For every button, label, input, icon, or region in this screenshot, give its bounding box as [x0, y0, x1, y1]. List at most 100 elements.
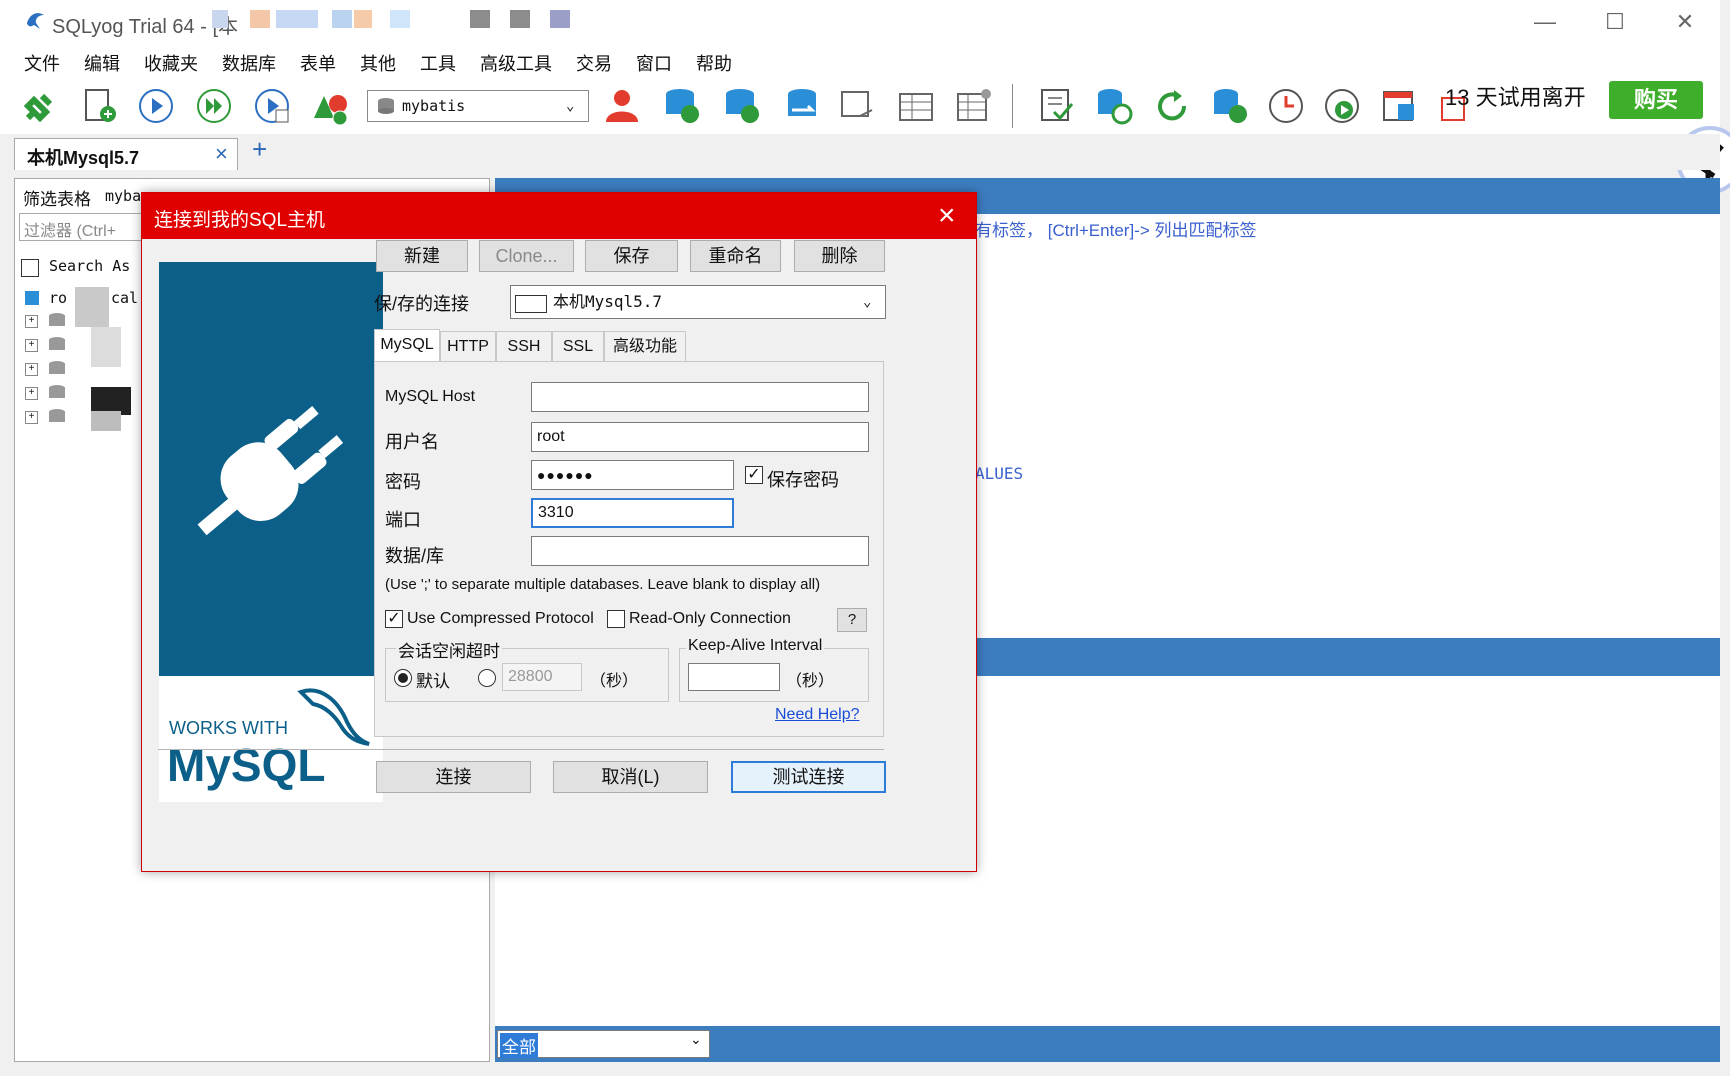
dialog-title: 连接到我的SQL主机 — [154, 210, 326, 231]
redacted-block — [75, 287, 109, 327]
password-input[interactable]: ●●●●●● — [531, 460, 734, 490]
scheduled-run-icon[interactable] — [1322, 86, 1362, 126]
timeout-input[interactable]: 28800 — [502, 663, 582, 691]
user-manager-icon[interactable] — [602, 86, 642, 126]
tab-connection[interactable]: 本机Mysql5.7 × — [14, 138, 238, 170]
plug-illustration — [159, 262, 383, 676]
menu-file[interactable]: 文件 — [24, 50, 60, 76]
db-sync-icon[interactable] — [782, 86, 822, 126]
server-icon — [25, 291, 39, 305]
database-input[interactable] — [531, 536, 869, 566]
new-query-icon[interactable] — [80, 86, 120, 126]
tree-root-label-tail: cal — [111, 289, 139, 307]
menu-database[interactable]: 数据库 — [222, 50, 276, 76]
timeout-default-radio[interactable] — [394, 669, 412, 687]
timeout-seconds-label: （秒） — [590, 673, 639, 690]
menu-transaction[interactable]: 交易 — [576, 50, 612, 76]
menu-help[interactable]: 帮助 — [696, 50, 732, 76]
tab-ssh[interactable]: SSH — [496, 331, 552, 361]
save-button[interactable]: 保存 — [585, 240, 678, 272]
close-tab-icon[interactable]: × — [215, 141, 228, 167]
query-builder-icon[interactable] — [1036, 86, 1076, 126]
dialog-close-icon[interactable]: × — [938, 199, 956, 233]
minimize-button[interactable]: — — [1520, 6, 1570, 38]
expand-icon[interactable]: + — [25, 363, 38, 376]
shapes-icon[interactable] — [310, 86, 350, 126]
table-grid-icon[interactable] — [896, 86, 936, 126]
tree-expanders: + + + + + — [25, 315, 38, 425]
sql-keyword-values: ALUES — [975, 464, 1024, 483]
expand-icon[interactable]: + — [25, 411, 38, 424]
connect-button[interactable]: 连接 — [376, 761, 531, 793]
cancel-button[interactable]: 取消(L) — [553, 761, 708, 793]
db-import-icon[interactable] — [662, 86, 702, 126]
need-help-link[interactable]: Need Help? — [775, 706, 860, 724]
menu-window[interactable]: 窗口 — [636, 50, 672, 76]
chevron-down-icon: ⌄ — [690, 1031, 702, 1047]
database-icon — [49, 385, 65, 398]
timeout-custom-radio[interactable] — [478, 669, 496, 687]
tree-root-label[interactable]: ro — [49, 289, 67, 307]
menu-tools[interactable]: 工具 — [420, 50, 456, 76]
menu-favorites[interactable]: 收藏夹 — [144, 50, 198, 76]
db-export-icon[interactable] — [722, 86, 762, 126]
tab-ssl[interactable]: SSL — [552, 331, 604, 361]
delete-button[interactable]: 删除 — [794, 240, 885, 272]
database-icon — [49, 409, 65, 422]
menu-other[interactable]: 其他 — [360, 50, 396, 76]
session-timeout-label: 会话空闲超时 — [396, 637, 502, 662]
db-add-icon[interactable] — [1210, 86, 1250, 126]
refresh-icon[interactable] — [1152, 86, 1192, 126]
compressed-protocol-checkbox[interactable]: ✓ — [385, 610, 403, 628]
help-question-button[interactable]: ? — [837, 608, 867, 632]
maximize-button[interactable]: ☐ — [1590, 6, 1640, 38]
menu-table[interactable]: 表单 — [300, 50, 336, 76]
expand-icon[interactable]: + — [25, 387, 38, 400]
new-connection-plug-icon[interactable] — [20, 86, 60, 126]
host-input[interactable] — [531, 382, 869, 412]
test-connection-button[interactable]: 测试连接 — [731, 761, 886, 793]
filter-input[interactable]: 过滤器 (Ctrl+ — [19, 213, 149, 241]
port-input[interactable]: 3310 — [531, 498, 734, 528]
expand-icon[interactable]: + — [25, 339, 38, 352]
dolphin-icon — [297, 688, 370, 746]
execute-all-icon[interactable] — [194, 86, 234, 126]
username-input[interactable]: root — [531, 422, 869, 452]
close-window-button[interactable]: ✕ — [1660, 6, 1710, 38]
database-label: 数据/库 — [385, 546, 445, 566]
title-bar: SQLyog Trial 64 - [本 — ☐ ✕ — [0, 0, 1720, 44]
save-password-checkbox[interactable]: ✓ — [745, 466, 763, 484]
calendar-icon[interactable] — [1380, 86, 1420, 126]
compressed-protocol-label: Use Compressed Protocol — [407, 610, 594, 627]
host-label: MySQL Host — [385, 388, 476, 405]
saved-connections-value: 本机Mysql5.7 — [553, 292, 663, 311]
buy-button[interactable]: 购买 — [1609, 81, 1703, 119]
tab-mysql[interactable]: MySQL — [374, 329, 440, 361]
execute-query-icon[interactable] — [136, 86, 176, 126]
tab-advanced[interactable]: 高级功能 — [604, 331, 686, 361]
menu-advanced-tools[interactable]: 高级工具 — [480, 50, 552, 76]
expand-icon[interactable]: + — [25, 315, 38, 328]
scheduler-clock-icon[interactable] — [1266, 86, 1306, 126]
readonly-checkbox[interactable] — [607, 610, 625, 628]
tab-http[interactable]: HTTP — [440, 331, 496, 361]
db-refresh-icon[interactable] — [1094, 86, 1134, 126]
clone-button[interactable]: Clone... — [479, 240, 574, 272]
add-tab-button[interactable]: + — [252, 134, 267, 165]
execute-edit-icon[interactable] — [252, 86, 292, 126]
session-timeout-group: 会话空闲超时 默认 28800 （秒） — [385, 637, 669, 702]
keepalive-input[interactable] — [688, 663, 780, 691]
schema-designer-icon[interactable] — [838, 86, 878, 126]
result-filter-select[interactable]: 全部 ⌄ — [497, 1030, 710, 1058]
mysql-logo: WORKS WITH MySQL — [159, 676, 383, 802]
menu-edit[interactable]: 编辑 — [84, 50, 120, 76]
new-button[interactable]: 新建 — [376, 240, 468, 272]
table-settings-icon[interactable] — [954, 86, 994, 126]
database-icon — [378, 98, 394, 114]
database-icon — [49, 361, 65, 374]
search-as-checkbox[interactable] — [21, 259, 39, 277]
search-as-label: Search As — [49, 257, 131, 275]
saved-connections-select[interactable]: 本机Mysql5.7 ⌄ — [510, 285, 886, 319]
rename-button[interactable]: 重命名 — [690, 240, 781, 272]
database-select[interactable]: mybatis ⌄ — [367, 90, 589, 122]
